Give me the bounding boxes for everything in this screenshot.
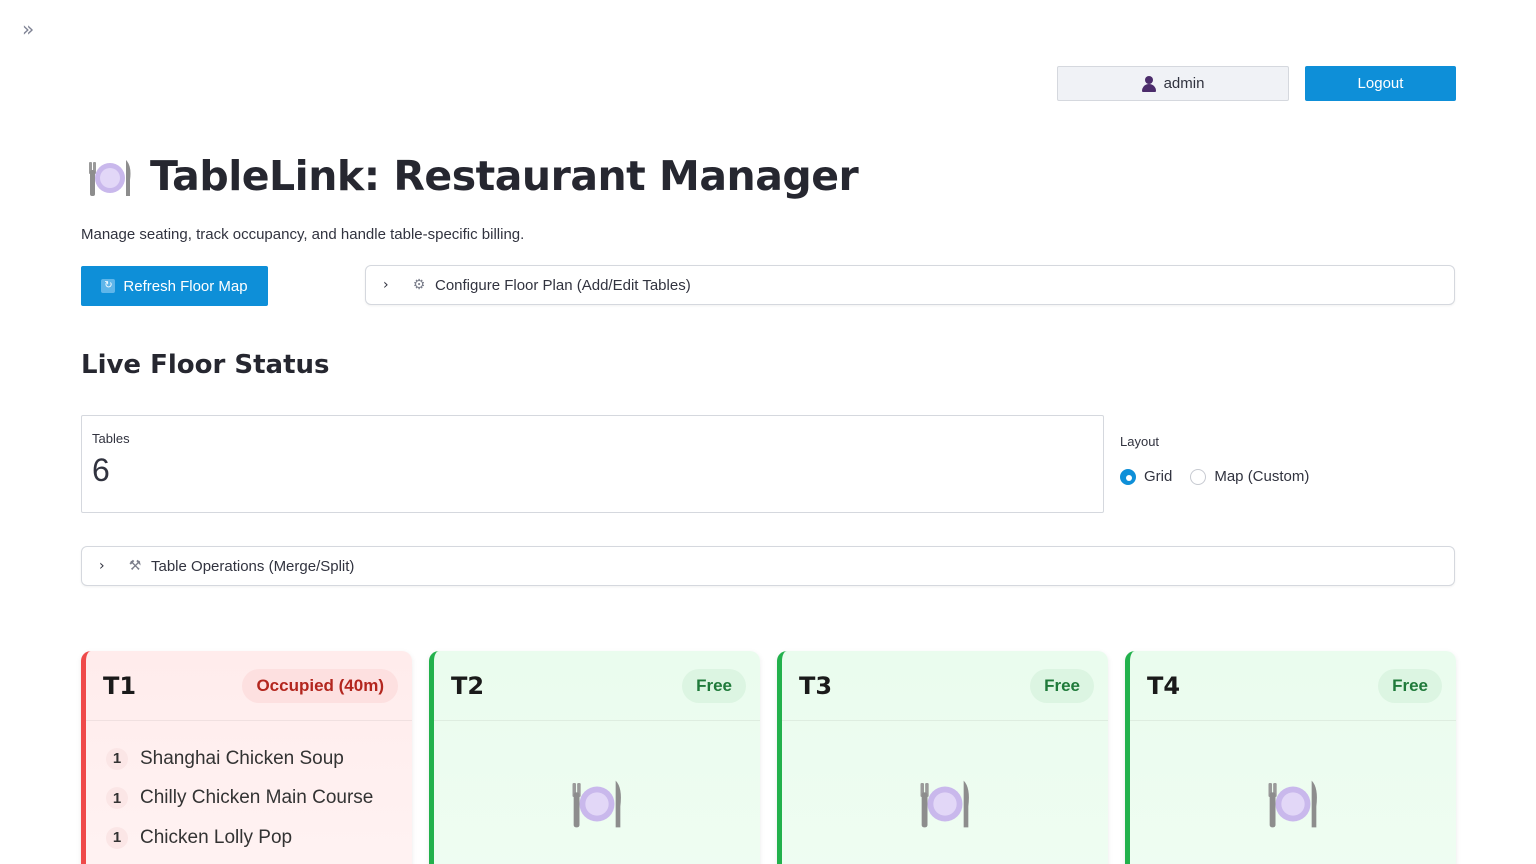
order-item: 1 Shanghai Chicken Soup	[106, 739, 412, 779]
gear-icon: ⚙	[412, 277, 426, 293]
metric-label: Tables	[92, 431, 130, 446]
order-item: 1 Chilly Chicken Main Course	[106, 779, 412, 819]
status-badge: Free	[1030, 668, 1094, 703]
section-title: Live Floor Status	[81, 350, 330, 380]
table-name: T3	[799, 671, 833, 700]
configure-floor-plan-label: Configure Floor Plan (Add/Edit Tables)	[435, 276, 691, 294]
status-badge: Free	[682, 668, 746, 703]
table-card-t1[interactable]: T1 Occupied (40m) 1 Shanghai Chicken Sou…	[81, 651, 412, 864]
username-label: admin	[1163, 75, 1205, 92]
radio-unselected-icon	[1190, 468, 1207, 485]
refresh-label: Refresh Floor Map	[123, 277, 248, 295]
table-cards-grid: T1 Occupied (40m) 1 Shanghai Chicken Sou…	[81, 651, 1456, 864]
table-name: T4	[1147, 671, 1181, 700]
sidebar-expand-icon[interactable]: »	[22, 18, 44, 40]
plate-with-cutlery-icon	[1268, 780, 1317, 828]
order-item-qty: 1	[106, 787, 128, 810]
page-title-row: TableLink: Restaurant Manager	[86, 152, 859, 200]
order-item-qty: 1	[106, 747, 128, 770]
status-badge: Occupied (40m)	[242, 668, 398, 703]
plate-with-cutlery-icon	[920, 780, 969, 828]
tables-metric: Tables 6	[81, 415, 1104, 513]
page-subtitle: Manage seating, track occupancy, and han…	[81, 226, 525, 243]
chevron-right-icon: ›	[99, 558, 105, 574]
radio-selected-icon	[1120, 468, 1136, 485]
table-operations-expander[interactable]: › ⚒ Table Operations (Merge/Split)	[81, 546, 1455, 586]
plate-with-cutlery-icon	[572, 780, 621, 828]
table-card-t3[interactable]: T3 Free	[777, 651, 1108, 864]
table-name: T2	[451, 671, 485, 700]
page-title: TableLink: Restaurant Manager	[150, 152, 859, 200]
configure-floor-plan-expander[interactable]: › ⚙ Configure Floor Plan (Add/Edit Table…	[365, 265, 1455, 305]
order-item: 1 Chicken Lolly Pop	[106, 818, 412, 858]
refresh-icon: ↻	[101, 279, 116, 293]
table-operations-label: Table Operations (Merge/Split)	[151, 557, 355, 575]
layout-option-label: Grid	[1144, 468, 1173, 485]
table-card-t2[interactable]: T2 Free	[429, 651, 760, 864]
order-item-name: Shanghai Chicken Soup	[140, 747, 344, 769]
plate-with-cutlery-icon	[89, 160, 131, 196]
logout-button[interactable]: Logout	[1305, 66, 1456, 101]
order-item-name: Chicken Lolly Pop	[140, 826, 293, 848]
order-item-list: 1 Shanghai Chicken Soup 1 Chilly Chicken…	[86, 721, 412, 858]
tools-icon: ⚒	[128, 558, 142, 574]
status-badge: Free	[1378, 668, 1442, 703]
chevron-right-icon: ›	[383, 277, 389, 293]
metric-value: 6	[92, 452, 110, 488]
refresh-floor-map-button[interactable]: ↻ Refresh Floor Map	[81, 266, 268, 306]
layout-label: Layout	[1120, 434, 1160, 449]
table-name: T1	[103, 671, 137, 700]
user-icon	[1141, 75, 1156, 92]
order-item-name: Chilly Chicken Main Course	[140, 787, 374, 809]
order-item-qty: 1	[106, 826, 128, 849]
user-badge: admin	[1057, 66, 1289, 101]
layout-radio-group: Grid Map (Custom)	[1120, 468, 1309, 485]
table-card-t4[interactable]: T4 Free	[1125, 651, 1456, 864]
layout-option-map[interactable]: Map (Custom)	[1190, 468, 1309, 485]
layout-option-grid[interactable]: Grid	[1120, 468, 1172, 485]
layout-option-label: Map (Custom)	[1214, 468, 1310, 485]
